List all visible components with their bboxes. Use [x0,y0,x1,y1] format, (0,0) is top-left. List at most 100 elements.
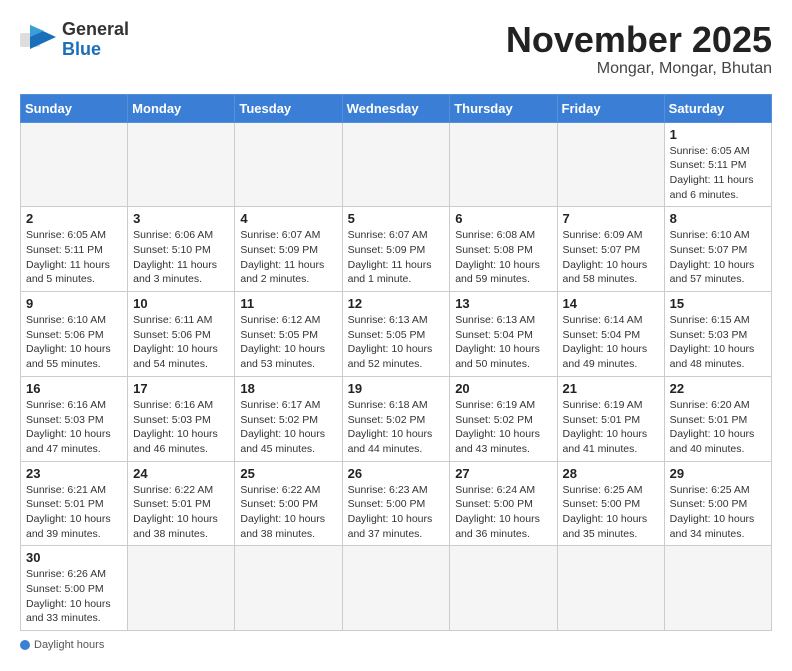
calendar-cell: 28 Sunrise: 6:25 AM Sunset: 5:00 PM Dayli… [557,461,664,546]
day-number: 16 [26,381,122,396]
calendar-cell: 15 Sunrise: 6:15 AM Sunset: 5:03 PM Dayli… [664,292,771,377]
day-number: 29 [670,466,766,481]
calendar-row: 9 Sunrise: 6:10 AM Sunset: 5:06 PM Daylig… [21,292,772,377]
day-number: 18 [240,381,336,396]
calendar-cell [21,122,128,207]
day-info: Sunrise: 6:10 AM Sunset: 5:07 PM Dayligh… [670,228,766,287]
day-info: Sunrise: 6:16 AM Sunset: 5:03 PM Dayligh… [133,398,229,457]
calendar-cell: 6Sunrise: 6:08 AM Sunset: 5:08 PM Daylig… [450,207,557,292]
calendar-cell: 14Sunrise: 6:14 AM Sunset: 5:04 PM Dayli… [557,292,664,377]
day-number: 10 [133,296,229,311]
day-number: 17 [133,381,229,396]
weekday-header-sunday: Sunday [21,94,128,122]
logo: General Blue [20,20,129,60]
calendar-cell: 11Sunrise: 6:12 AM Sunset: 5:05 PM Dayli… [235,292,342,377]
day-number: 27 [455,466,551,481]
calendar-cell: 13Sunrise: 6:13 AM Sunset: 5:04 PM Dayli… [450,292,557,377]
calendar-cell-empty [557,546,664,631]
calendar-cell [450,122,557,207]
calendar-cell: 26 Sunrise: 6:23 AM Sunset: 5:00 PM Dayli… [342,461,450,546]
calendar-cell: 3Sunrise: 6:06 AM Sunset: 5:10 PM Daylig… [128,207,235,292]
day-info: Sunrise: 6:15 AM Sunset: 5:03 PM Dayligh… [670,313,766,372]
day-info: Sunrise: 6:05 AM Sunset: 5:11 PM Dayligh… [670,144,766,203]
calendar-cell: 10 Sunrise: 6:11 AM Sunset: 5:06 PM Dayli… [128,292,235,377]
calendar-cell: 21Sunrise: 6:19 AM Sunset: 5:01 PM Dayli… [557,376,664,461]
calendar-cell [557,122,664,207]
day-number: 7 [563,211,659,226]
weekday-header-wednesday: Wednesday [342,94,450,122]
calendar-cell: 23 Sunrise: 6:21 AM Sunset: 5:01 PM Dayli… [21,461,128,546]
logo-text: General Blue [62,20,129,60]
day-info: Sunrise: 6:09 AM Sunset: 5:07 PM Dayligh… [563,228,659,287]
day-info: Sunrise: 6:18 AM Sunset: 5:02 PM Dayligh… [348,398,445,457]
day-info: Sunrise: 6:25 AM Sunset: 5:00 PM Dayligh… [563,483,659,542]
day-info: Sunrise: 6:05 AM Sunset: 5:11 PM Dayligh… [26,228,122,287]
calendar-cell: 12 Sunrise: 6:13 AM Sunset: 5:05 PM Dayli… [342,292,450,377]
calendar-cell: 18 Sunrise: 6:17 AM Sunset: 5:02 PM Dayli… [235,376,342,461]
day-info: Sunrise: 6:19 AM Sunset: 5:02 PM Dayligh… [455,398,551,457]
day-info: Sunrise: 6:17 AM Sunset: 5:02 PM Dayligh… [240,398,336,457]
day-info: Sunrise: 6:24 AM Sunset: 5:00 PM Dayligh… [455,483,551,542]
day-number: 28 [563,466,659,481]
calendar-cell: 19 Sunrise: 6:18 AM Sunset: 5:02 PM Dayli… [342,376,450,461]
daylight-dot [20,640,30,650]
day-info: Sunrise: 6:23 AM Sunset: 5:00 PM Dayligh… [348,483,445,542]
calendar-cell-empty [342,546,450,631]
day-number: 11 [240,296,336,311]
day-number: 19 [348,381,445,396]
calendar-cell: 17 Sunrise: 6:16 AM Sunset: 5:03 PM Dayli… [128,376,235,461]
day-info: Sunrise: 6:07 AM Sunset: 5:09 PM Dayligh… [348,228,445,287]
location-title: Mongar, Mongar, Bhutan [506,60,772,78]
calendar-cell: 27 Sunrise: 6:24 AM Sunset: 5:00 PM Dayli… [450,461,557,546]
calendar-row: 2Sunrise: 6:05 AM Sunset: 5:11 PM Daylig… [21,207,772,292]
day-info: Sunrise: 6:22 AM Sunset: 5:01 PM Dayligh… [133,483,229,542]
day-number: 5 [348,211,445,226]
calendar-row: 1 Sunrise: 6:05 AM Sunset: 5:11 PM Daylig… [21,122,772,207]
day-info: Sunrise: 6:22 AM Sunset: 5:00 PM Dayligh… [240,483,336,542]
calendar-cell-empty [128,546,235,631]
day-number: 6 [455,211,551,226]
day-info: Sunrise: 6:11 AM Sunset: 5:06 PM Dayligh… [133,313,229,372]
day-number: 1 [670,127,766,142]
day-info: Sunrise: 6:25 AM Sunset: 5:00 PM Dayligh… [670,483,766,542]
day-number: 26 [348,466,445,481]
day-number: 24 [133,466,229,481]
day-info: Sunrise: 6:14 AM Sunset: 5:04 PM Dayligh… [563,313,659,372]
day-info: Sunrise: 6:10 AM Sunset: 5:06 PM Dayligh… [26,313,122,372]
day-number: 30 [26,550,122,565]
day-info: Sunrise: 6:13 AM Sunset: 5:04 PM Dayligh… [455,313,551,372]
calendar-cell: 30Sunrise: 6:26 AM Sunset: 5:00 PM Dayli… [21,546,128,631]
calendar-cell: 16Sunrise: 6:16 AM Sunset: 5:03 PM Dayli… [21,376,128,461]
calendar-cell: 8 Sunrise: 6:10 AM Sunset: 5:07 PM Daylig… [664,207,771,292]
daylight-label: Daylight hours [34,639,104,651]
day-info: Sunrise: 6:20 AM Sunset: 5:01 PM Dayligh… [670,398,766,457]
day-number: 20 [455,381,551,396]
weekday-header-thursday: Thursday [450,94,557,122]
day-number: 23 [26,466,122,481]
day-number: 8 [670,211,766,226]
day-number: 9 [26,296,122,311]
calendar-cell: 4Sunrise: 6:07 AM Sunset: 5:09 PM Daylig… [235,207,342,292]
calendar-cell: 1 Sunrise: 6:05 AM Sunset: 5:11 PM Daylig… [664,122,771,207]
day-number: 15 [670,296,766,311]
day-info: Sunrise: 6:21 AM Sunset: 5:01 PM Dayligh… [26,483,122,542]
logo-general: General [62,19,129,39]
month-title: November 2025 [506,20,772,60]
footer-note: Daylight hours [20,639,772,651]
day-number: 12 [348,296,445,311]
calendar: SundayMondayTuesdayWednesdayThursdayFrid… [20,94,772,632]
weekday-header-friday: Friday [557,94,664,122]
calendar-cell: 20 Sunrise: 6:19 AM Sunset: 5:02 PM Dayli… [450,376,557,461]
calendar-cell: 5 Sunrise: 6:07 AM Sunset: 5:09 PM Daylig… [342,207,450,292]
weekday-header-tuesday: Tuesday [235,94,342,122]
weekday-header-monday: Monday [128,94,235,122]
logo-icon [20,25,56,55]
calendar-cell [342,122,450,207]
weekday-header-saturday: Saturday [664,94,771,122]
logo-blue: Blue [62,39,101,59]
day-number: 21 [563,381,659,396]
calendar-cell-empty [664,546,771,631]
calendar-cell: 29 Sunrise: 6:25 AM Sunset: 5:00 PM Dayli… [664,461,771,546]
day-info: Sunrise: 6:13 AM Sunset: 5:05 PM Dayligh… [348,313,445,372]
title-area: November 2025 Mongar, Mongar, Bhutan [506,20,772,78]
